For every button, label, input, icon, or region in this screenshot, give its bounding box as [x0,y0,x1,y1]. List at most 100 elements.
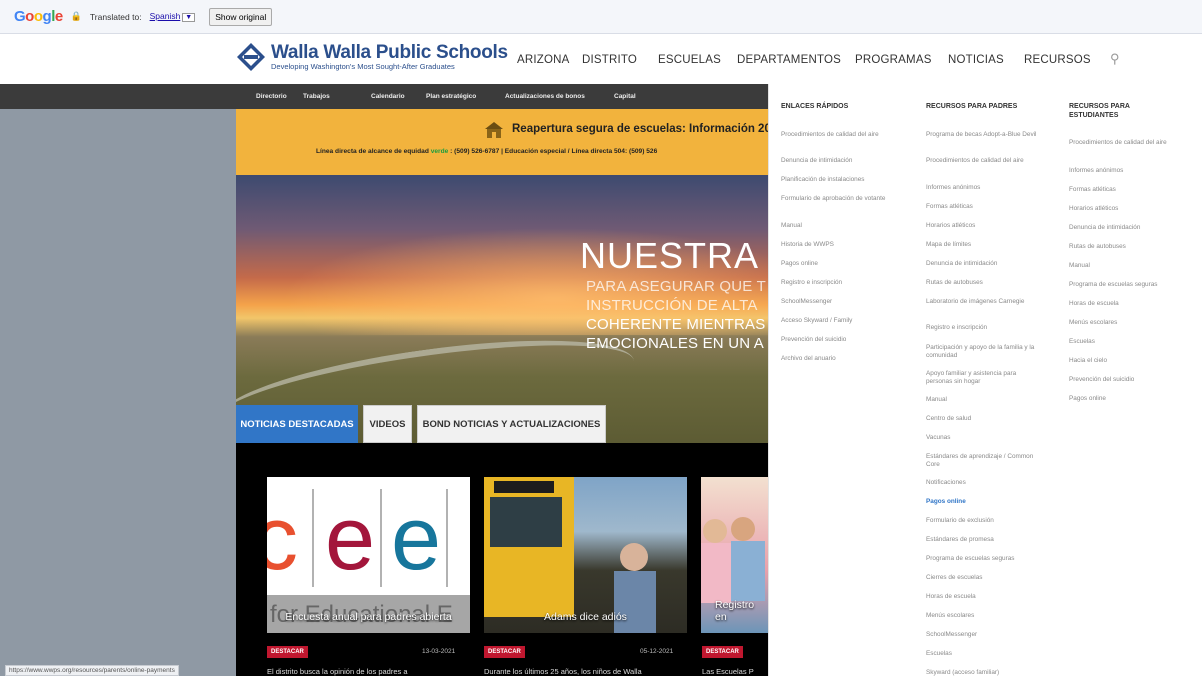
school-building-icon [485,122,503,138]
mega-menu-item[interactable]: Archivo del anuario [781,355,893,363]
mega-menu-item[interactable]: Escuelas [1069,338,1181,346]
news-card[interactable]: Adams dice adiós [484,477,687,633]
mega-menu-item[interactable]: Formulario de aprobación de votante [781,195,893,203]
nav-recursos[interactable]: RECURSOS [1024,54,1091,66]
school-logo[interactable]: Walla Walla Public Schools Developing Wa… [236,42,508,72]
hero-line-1: PARA ASEGURAR QUE T [586,278,766,295]
utility-link-trabajos[interactable]: Trabajos [303,93,330,100]
language-value: Spanish [149,11,181,21]
news-card[interactable]: Registro en [701,477,768,633]
mega-menu-item[interactable]: Planificación de instalaciones [781,176,893,184]
mega-menu-item[interactable]: Denuncia de intimidación [926,260,1038,268]
mega-menu-item[interactable]: Procedimientos de calidad del aire [1069,139,1181,147]
mega-menu-item[interactable]: Denuncia de intimidación [781,157,893,165]
school-tagline: Developing Washington's Most Sought-Afte… [271,62,455,71]
featured-badge: DESTACAR [484,646,525,658]
mega-menu-item[interactable]: Notificaciones [926,479,1038,487]
mega-menu-item[interactable]: Formulario de exclusión [926,517,1038,525]
alert-hotline: Línea directa de alcance de equidad verd… [316,148,657,155]
mega-menu-item[interactable]: Denuncia de intimidación [1069,224,1181,232]
mega-menu-item[interactable]: Escuelas [926,650,1038,658]
mega-menu-item[interactable]: Pagos online [1069,395,1181,403]
mega-menu-item[interactable]: Procedimientos de calidad del aire [926,157,1038,165]
mega-menu-item[interactable]: Centro de salud [926,415,1038,423]
mega-menu-item[interactable]: Procedimientos de calidad del aire [781,131,893,139]
show-original-button[interactable]: Show original [209,7,273,26]
alert-hotline-prefix: Línea directa de alcance de equidad [316,148,431,155]
utility-link-calendario[interactable]: Calendario [371,93,405,100]
mega-menu-item[interactable]: Hacia el cielo [1069,357,1181,365]
mega-menu-item[interactable]: Prevención del suicidio [1069,376,1181,384]
news-snippet[interactable]: El distrito busca la opinión de los padr… [267,667,408,676]
mega-menu-item[interactable]: Mapa de límites [926,241,1038,249]
nav-escuelas[interactable]: ESCUELAS [658,54,721,66]
mega-menu-item[interactable]: Pagos online [926,498,1038,506]
mega-menu-item[interactable]: Formas atléticas [1069,186,1181,194]
hero-line-4: EMOCIONALES EN UN A [586,335,765,352]
mega-menu-item[interactable]: Informes anónimos [926,184,1038,192]
mega-menu-item[interactable]: Rutas de autobuses [1069,243,1181,251]
logo-diamond-icon [237,43,265,71]
mega-menu-item[interactable]: Prevención del suicidio [781,336,893,344]
mega-menu-item[interactable]: Manual [1069,262,1181,270]
nav-programas[interactable]: PROGRAMAS [855,54,932,66]
mega-menu-item[interactable]: Rutas de autobuses [926,279,1038,287]
language-select[interactable]: Spanish ▼ [150,11,196,22]
mega-menu-item[interactable]: Formas atléticas [926,203,1038,211]
mega-menu-item[interactable]: SchoolMessenger [781,298,893,306]
alert-hotline-suffix: : (509) 526-6787 | Educación especial / … [448,148,658,155]
mega-menu-item[interactable]: Programa de becas Adopt-a-Blue Devil [926,131,1038,139]
alert-hotline-green[interactable]: verde [431,148,449,155]
nav-distrito[interactable]: DISTRITO [582,54,637,66]
alert-banner: Reapertura segura de escuelas: Informaci… [236,109,768,175]
mega-menu-item[interactable]: Menús escolares [1069,319,1181,327]
chevron-down-icon: ▼ [182,13,196,22]
mega-menu-item[interactable]: Apoyo familiar y asistencia para persona… [926,370,1038,385]
tab-bond-noticias[interactable]: BOND NOTICIAS Y ACTUALIZACIONES [417,405,606,443]
mega-menu-item[interactable]: Acceso Skyward / Family [781,317,893,325]
news-card[interactable]: c e e for Educational E Encuesta anual p… [267,477,470,633]
utility-link-capital[interactable]: Capital [614,93,636,100]
mega-menu-item[interactable]: Registro e inscripción [781,279,893,287]
mega-menu-item[interactable]: Horas de escuela [926,593,1038,601]
mega-menu-item[interactable]: Manual [926,396,1038,404]
cee-logo-image: c e e for Educational E [267,489,470,633]
translated-to-label: Translated to: [89,11,142,22]
news-date: 05-12-2021 [640,648,674,655]
search-icon[interactable]: ⚲ [1110,51,1120,67]
nav-departamentos[interactable]: DEPARTAMENTOS [737,54,841,66]
status-bar-url: https://www.wwps.org/resources/parents/o… [5,665,179,676]
tab-noticias-destacadas[interactable]: NOTICIAS DESTACADAS [236,405,358,443]
mega-menu-item[interactable]: Menús escolares [926,612,1038,620]
mega-menu-item[interactable]: Participación y apoyo de la familia y la… [926,344,1038,359]
utility-link-bonos[interactable]: Actualizaciones de bonos [505,93,585,100]
mega-menu-item[interactable]: Cierres de escuelas [926,574,1038,582]
mega-menu-item[interactable]: Historia de WWPS [781,241,893,249]
mega-menu-item[interactable]: Estándares de aprendizaje / Common Core [926,453,1038,468]
mega-menu-item[interactable]: Horas de escuela [1069,300,1181,308]
utility-link-directorio[interactable]: Directorio [256,93,287,100]
nav-noticias[interactable]: NOTICIAS [948,54,1004,66]
mega-menu-item[interactable]: Laboratorio de imágenes Carnegie [926,298,1038,306]
svg-text:e: e [325,489,375,589]
mega-menu-item[interactable]: Manual [781,222,893,230]
mega-menu-item[interactable]: Skyward (acceso familiar) [926,669,1038,676]
mega-menu-item[interactable]: Vacunas [926,434,1038,442]
nav-arizona[interactable]: ARIZONA [517,54,570,66]
mega-menu-item[interactable]: Informes anónimos [1069,167,1181,175]
mega-menu-item[interactable]: Pagos online [781,260,893,268]
mega-menu-item[interactable]: Programa de escuelas seguras [1069,281,1181,289]
page: Google 🔒 Translated to: Spanish ▼ Show or… [0,0,1202,676]
mega-menu-item[interactable]: Registro e inscripción [926,324,1038,332]
school-name: Walla Walla Public Schools [271,42,508,63]
alert-title[interactable]: Reapertura segura de escuelas: Informaci… [512,123,768,135]
mega-menu-item[interactable]: Horarios atléticos [926,222,1038,230]
news-snippet[interactable]: Durante los últimos 25 años, los niños d… [484,667,642,676]
news-snippet[interactable]: Las Escuelas P [702,667,754,676]
mega-menu-item[interactable]: Horarios atléticos [1069,205,1181,213]
mega-menu-item[interactable]: Estándares de promesa [926,536,1038,544]
utility-link-plan[interactable]: Plan estratégico [426,93,476,100]
tab-videos[interactable]: VIDEOS [363,405,412,443]
mega-menu-item[interactable]: SchoolMessenger [926,631,1038,639]
mega-menu-item[interactable]: Programa de escuelas seguras [926,555,1038,563]
